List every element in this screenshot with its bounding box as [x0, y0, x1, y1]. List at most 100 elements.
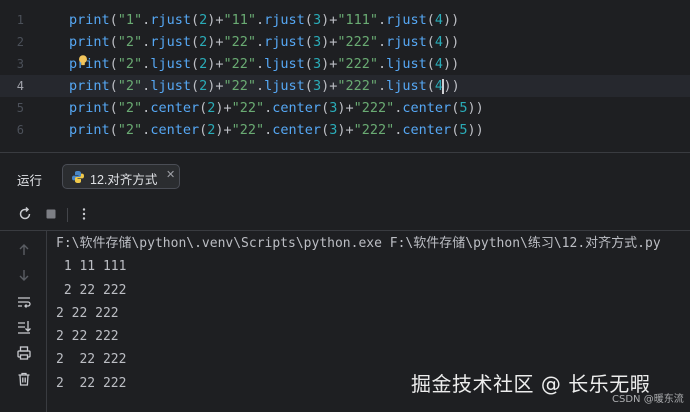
code-token: (	[426, 78, 435, 94]
code-token: 3	[312, 34, 322, 50]
lightbulb-icon[interactable]	[78, 55, 88, 66]
code-token: print	[69, 12, 110, 28]
code-token: rjust	[264, 12, 305, 28]
code-token: (	[426, 34, 435, 50]
code-token: ))	[443, 34, 460, 50]
run-config-tab[interactable]: 12.对齐方式 ✕	[62, 164, 180, 189]
code-token: "222"	[353, 100, 395, 116]
code-token: print	[69, 56, 110, 72]
code-token: (	[321, 100, 330, 116]
code-token: (	[109, 100, 118, 116]
code-token: print	[69, 122, 110, 138]
scroll-to-end-icon[interactable]	[16, 319, 32, 335]
code-token: "11"	[223, 12, 257, 28]
console-line: 2 22 222	[56, 329, 119, 345]
arrow-up-icon[interactable]	[16, 242, 32, 258]
console-line: 2 22 222	[56, 282, 127, 298]
line-number: 2	[16, 35, 24, 49]
print-icon[interactable]	[16, 345, 32, 361]
code-token: ljust	[264, 78, 305, 94]
code-token: (	[304, 56, 313, 72]
code-token: (	[190, 34, 200, 50]
editor-line-6[interactable]: 6 print("2".center(2)+"22".center(3)+"22…	[0, 119, 690, 141]
code-token: "1"	[117, 12, 143, 28]
code-token: "2"	[117, 100, 143, 116]
code-token: (	[199, 100, 208, 116]
code-token: (	[109, 34, 118, 50]
code-token: print	[69, 100, 110, 116]
run-tool-window-header: 运行 12.对齐方式 ✕	[0, 158, 690, 196]
code-token: (	[190, 56, 200, 72]
code-token: print	[69, 78, 110, 94]
code-token: center	[150, 100, 200, 116]
toolbar-separator	[67, 208, 68, 222]
code-token: "111"	[337, 12, 378, 28]
code-token: ))	[467, 100, 484, 116]
code-token: ljust	[150, 56, 191, 72]
code-token: "22"	[223, 78, 257, 94]
code-token: )+	[321, 12, 338, 28]
code-token: 3	[312, 56, 322, 72]
code-token: "22"	[231, 122, 265, 138]
code-token: "2"	[117, 122, 143, 138]
code-text: print("2".ljust(2)+"22".ljust(3)+"222".l…	[69, 75, 460, 97]
code-text: print("2".center(2)+"22".center(3)+"222"…	[69, 97, 484, 119]
code-token: center	[272, 100, 322, 116]
editor-line-1[interactable]: 1 print("1".rjust(2)+"11".rjust(3)+"111"…	[0, 9, 690, 31]
code-token: (	[190, 12, 200, 28]
code-token: 2	[199, 56, 208, 72]
python-icon	[72, 171, 84, 183]
trash-icon[interactable]	[16, 371, 32, 387]
run-tool-window-title: 运行	[17, 174, 43, 188]
run-actions-toolbar	[0, 198, 690, 230]
code-token: rjust	[150, 12, 191, 28]
code-token: ))	[443, 78, 460, 94]
code-token: .	[377, 34, 387, 50]
code-token: 2	[199, 34, 208, 50]
code-token: )+	[321, 56, 338, 72]
code-token: (	[109, 122, 118, 138]
line-number: 6	[16, 123, 24, 137]
code-token: rjust	[386, 34, 427, 50]
code-token: 2	[199, 78, 208, 94]
line-number: 5	[16, 101, 24, 115]
code-token: "222"	[353, 122, 395, 138]
code-token: rjust	[264, 34, 305, 50]
editor-line-5[interactable]: 5 print("2".center(2)+"22".center(3)+"22…	[0, 97, 690, 119]
code-token: )+	[207, 78, 224, 94]
soft-wrap-icon[interactable]	[16, 294, 32, 310]
code-token: .	[256, 34, 265, 50]
code-token: .	[256, 56, 265, 72]
editor-line-2[interactable]: 2 print("2".rjust(2)+"22".rjust(3)+"222"…	[0, 31, 690, 53]
code-token: "2"	[117, 78, 143, 94]
code-token: "2"	[117, 56, 143, 72]
code-token: "22"	[231, 100, 265, 116]
code-token: center	[272, 122, 322, 138]
close-icon[interactable]: ✕	[166, 168, 175, 181]
code-token: .	[377, 78, 387, 94]
code-token: .	[256, 78, 265, 94]
code-text: print("2".ljust(2)+"22".ljust(3)+"222".l…	[69, 53, 459, 75]
code-token: ))	[467, 122, 484, 138]
editor-line-4[interactable]: 4 print("2".ljust(2)+"22".ljust(3)+"222"…	[0, 75, 690, 97]
code-token: (	[109, 12, 118, 28]
run-config-tab-label: 12.对齐方式	[90, 173, 158, 187]
line-number: 4	[16, 79, 24, 93]
code-token: )+	[207, 34, 224, 50]
console-side-separator	[46, 230, 47, 412]
code-token: ljust	[264, 56, 305, 72]
code-token: )+	[207, 56, 224, 72]
more-vertical-icon[interactable]	[76, 206, 92, 222]
code-token: )+	[321, 34, 338, 50]
code-text: print("2".rjust(2)+"22".rjust(3)+"222".r…	[69, 31, 459, 53]
code-token: "22"	[223, 34, 257, 50]
code-editor[interactable]: 1 print("1".rjust(2)+"11".rjust(3)+"111"…	[0, 0, 690, 148]
code-token: (	[426, 12, 435, 28]
code-token: 3	[312, 12, 322, 28]
code-token: (	[190, 78, 200, 94]
stop-icon[interactable]	[43, 206, 59, 222]
editor-line-3[interactable]: 3 print("2".ljust(2)+"22".ljust(3)+"222"…	[0, 53, 690, 75]
arrow-down-icon[interactable]	[16, 267, 32, 283]
rerun-icon[interactable]	[17, 206, 33, 222]
code-token: 4	[434, 34, 444, 50]
